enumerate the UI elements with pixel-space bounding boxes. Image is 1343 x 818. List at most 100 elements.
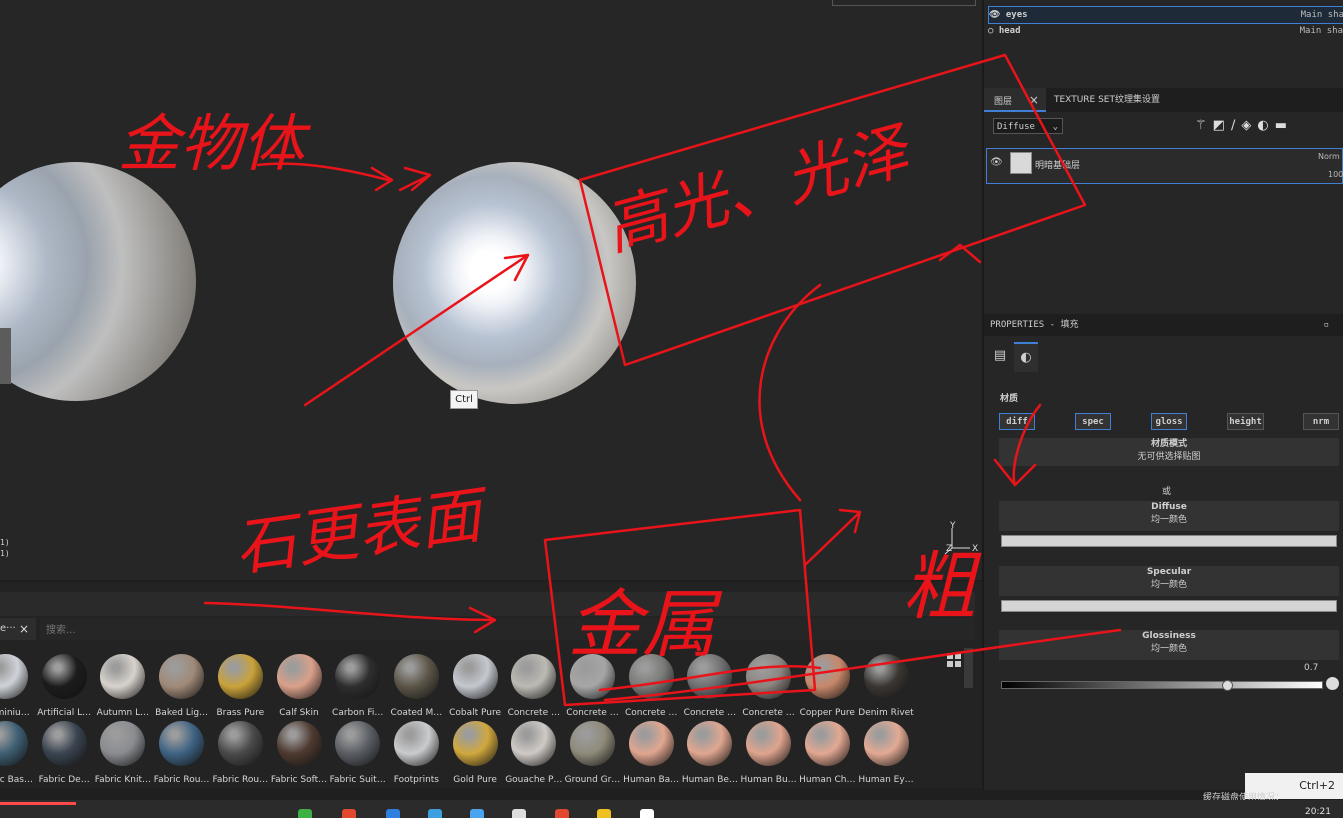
material-thumb[interactable]: Human Ch… (798, 721, 857, 786)
material-section-title: 材质 (1000, 394, 1019, 404)
material-thumb[interactable]: Fabric Soft… (270, 721, 329, 786)
material-label: Concrete … (507, 708, 560, 718)
material-thumb[interactable]: Concrete … (563, 654, 622, 719)
layer-blend-mode[interactable]: Norm (1318, 152, 1340, 161)
diffuse-block[interactable]: Diffuse 均一颜色 (999, 501, 1339, 531)
material-thumb[interactable]: Fabric Rou… (152, 721, 211, 786)
maximize-icon[interactable]: ▫ (1324, 314, 1329, 336)
material-thumb[interactable]: Gouache P… (504, 721, 563, 786)
material-label: Fabric Rou… (153, 775, 210, 785)
material-thumb[interactable]: Artificial L… (35, 654, 94, 719)
channel-button-spec[interactable]: spec (1075, 413, 1111, 430)
fill-bucket-icon[interactable]: ◈ (1241, 118, 1257, 133)
color-picker-icon[interactable] (1326, 677, 1339, 690)
material-icon[interactable]: ◐ (1257, 118, 1274, 133)
texture-set-row-head[interactable]: ○ head Main sha (988, 23, 1343, 39)
material-thumb[interactable]: Concrete … (504, 654, 563, 719)
glossiness-block[interactable]: Glossiness 均一颜色 (999, 630, 1339, 660)
preview-sphere-right (393, 162, 636, 404)
channel-dropdown[interactable]: Diffuse ⌄ (993, 118, 1063, 134)
app-icon[interactable] (597, 809, 611, 818)
layer-opacity[interactable]: 100 (1328, 170, 1343, 179)
brush-icon[interactable]: ∕ (1231, 118, 1241, 133)
material-thumb[interactable]: Calf Skin (270, 654, 329, 719)
diffuse-color-swatch[interactable] (1001, 535, 1337, 547)
magic-wand-icon[interactable]: ⚚ (1195, 118, 1213, 133)
mail-icon[interactable] (470, 809, 484, 818)
material-label: Gold Pure (453, 775, 497, 785)
glossiness-slider[interactable] (1001, 681, 1323, 689)
channel-button-gloss[interactable]: gloss (1151, 413, 1187, 430)
material-thumb[interactable]: Gold Pure (446, 721, 505, 786)
material-thumb[interactable]: Coated M… (387, 654, 446, 719)
material-thumb[interactable]: Human Ba… (622, 721, 681, 786)
folder-icon[interactable]: ▬ (1275, 118, 1293, 133)
material-thumb[interactable]: Brass Pure (211, 654, 270, 719)
viewport-side-tab[interactable] (0, 328, 11, 384)
viewport-coord-line: 1) (0, 549, 10, 558)
material-thumb[interactable]: Fabric De… (35, 721, 94, 786)
wechat-icon[interactable] (298, 809, 312, 818)
shelf-tab-close-icon[interactable]: × (19, 618, 29, 640)
specular-block[interactable]: Specular 均一颜色 (999, 566, 1339, 596)
material-preview-ball (863, 654, 909, 699)
material-thumb[interactable]: Carbon Fi… (328, 654, 387, 719)
app-icon[interactable] (512, 809, 526, 818)
browser-icon[interactable] (342, 809, 356, 818)
viewport-top-field[interactable] (832, 0, 976, 6)
material-thumb[interactable]: Fabric Suit… (328, 721, 387, 786)
shelf-search-input[interactable] (40, 619, 352, 642)
film-strip-icon[interactable]: ▤ (988, 342, 1012, 370)
material-thumb[interactable]: Concrete … (680, 654, 739, 719)
material-thumb[interactable]: Human Bu… (739, 721, 798, 786)
video-progress (0, 802, 76, 805)
diffuse-source: 均一颜色 (1150, 515, 1187, 525)
app-icon[interactable] (386, 809, 400, 818)
channel-button-nrm[interactable]: nrm (1303, 413, 1339, 430)
material-thumb[interactable]: Aluminiu… (0, 654, 35, 719)
material-thumb[interactable]: Denim Rivet (857, 654, 916, 719)
material-thumb[interactable]: Fabric Knit… (93, 721, 152, 786)
material-thumb[interactable]: Baked Lig… (152, 654, 211, 719)
material-preview-ball (100, 721, 146, 766)
substance-icon[interactable] (555, 809, 569, 818)
visibility-eye-icon[interactable]: ○ (988, 26, 993, 36)
material-thumb[interactable]: Concrete … (622, 654, 681, 719)
tab-layers[interactable]: 图层 × (984, 88, 1046, 112)
mask-icon[interactable]: ◩ (1213, 118, 1231, 133)
material-mode-value: 无可供选择贴图 (1137, 452, 1201, 462)
material-thumb[interactable]: Human Be… (680, 721, 739, 786)
material-thumb[interactable]: Autumn L… (93, 654, 152, 719)
tab-close-icon[interactable]: × (1029, 93, 1039, 107)
material-thumb[interactable]: Fabric Bas… (0, 721, 35, 786)
material-thumb[interactable]: Footprints (387, 721, 446, 786)
material-thumb[interactable]: Cobalt Pure (446, 654, 505, 719)
app-icon[interactable] (640, 809, 654, 818)
material-thumb[interactable]: Human Ey… (857, 721, 916, 786)
shelf-toolbar (0, 592, 975, 616)
texture-set-row-eyes[interactable]: 👁 eyes Main sha (988, 6, 1343, 24)
glossiness-value[interactable]: 0.7 (1304, 663, 1318, 673)
material-sphere-icon[interactable]: ◐ (1014, 342, 1038, 372)
material-mode-block[interactable]: 材质模式 无可供选择贴图 (999, 438, 1339, 466)
material-thumb[interactable]: Ground Gr… (563, 721, 622, 786)
material-label: Gouache P… (505, 775, 563, 785)
material-preview-ball (335, 721, 381, 766)
specular-color-swatch[interactable] (1001, 600, 1337, 612)
channel-button-diff[interactable]: diff (999, 413, 1035, 430)
grid-view-icon[interactable] (946, 652, 962, 668)
channel-button-height[interactable]: height (1227, 413, 1264, 430)
app-icon[interactable] (428, 809, 442, 818)
material-preview-ball (159, 654, 205, 699)
shelf-tab[interactable]: e··· (0, 618, 36, 640)
shader-name: Main sha (1299, 26, 1343, 36)
shelf-scrollbar[interactable] (964, 648, 973, 688)
material-label: Artificial L… (37, 708, 92, 718)
visibility-eye-icon[interactable]: 👁 (989, 10, 1000, 20)
tab-texture-set-settings[interactable]: TEXTURE SET纹理集设置 (1048, 88, 1176, 112)
layer-visibility-eye-icon[interactable]: 👁 (990, 157, 1003, 168)
material-thumb[interactable]: Copper Pure (798, 654, 857, 719)
material-thumb[interactable]: Concrete … (739, 654, 798, 719)
material-thumb[interactable]: Fabric Rou… (211, 721, 270, 786)
material-label: Concrete … (566, 708, 619, 718)
